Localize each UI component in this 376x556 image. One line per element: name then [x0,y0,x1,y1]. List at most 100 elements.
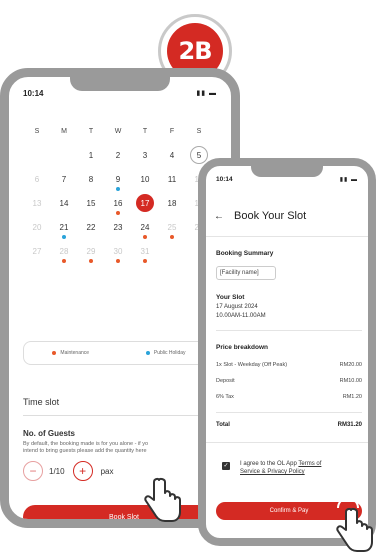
status-time: 10:14 [23,89,44,98]
maintenance-dot-icon [52,350,57,355]
calendar-day-number: 18 [167,198,177,208]
guests-unit: pax [100,466,114,476]
calendar-empty-cell [160,239,184,263]
weekday-label: M [61,127,67,135]
legend-holiday-label: Public Holiday [153,350,186,356]
price-item-name: Deposit [216,378,235,384]
calendar-day[interactable]: 1 [79,143,103,167]
price-row: 1x Slot - Weekday (Off Peak) RM20.00 [216,362,362,368]
page-header: ← Book Your Slot [214,210,306,222]
calendar-day-number: 23 [113,222,123,232]
book-slot-button[interactable]: Book Slot [23,505,225,519]
calendar-day-number: 20 [32,222,42,232]
calendar-day[interactable]: 9 [106,167,130,191]
calendar-day[interactable]: 20 [25,215,49,239]
increase-guests-button[interactable]: + [72,461,93,481]
calendar-day-number: 4 [169,150,175,160]
calendar-week: 27 28 29 30 31 [25,239,211,263]
calendar-day[interactable]: 7 [52,167,76,191]
total-value: RM31.20 [337,422,362,428]
calendar-day-number: 14 [59,198,69,208]
calendar-day-number: 9 [115,174,121,184]
maintenance-dot-icon [116,259,120,263]
calendar-week: 6789101112 [25,167,211,191]
calendar-empty-cell [25,143,49,167]
calendar-day[interactable]: 24 [133,215,157,239]
price-item-value: RM10.00 [339,378,362,384]
calendar-day[interactable]: 18 [160,191,184,215]
calendar-day-number: 15 [86,198,96,208]
weekday-label: S [196,127,202,135]
total-row: Total RM31.20 [216,422,362,428]
calendar-week: 20212223242526 [25,215,211,239]
calendar-day[interactable]: 17 [133,191,157,215]
slot-date: 17 August 2024 [216,304,258,310]
back-arrow-icon[interactable]: ← [214,211,224,222]
facility-name-field: [Facility name] [216,266,276,280]
calendar-day[interactable]: 25 [160,215,184,239]
weekday-label: T [88,127,94,135]
calendar-day-number: 10 [140,174,150,184]
total-label: Total [216,422,230,428]
calendar-day[interactable]: 14 [52,191,76,215]
price-breakdown-label: Price breakdown [216,344,269,351]
price-item-name: 6% Tax [216,394,234,400]
calendar-day[interactable]: 6 [25,167,49,191]
weekday-label: W [114,127,122,135]
calendar-day[interactable]: 23 [106,215,130,239]
phone-notch [70,77,170,91]
slot-time: 10.00AM-11.00AM [216,313,266,319]
privacy-policy-link[interactable]: Service & Privacy Policy [240,469,305,475]
calendar-day-number: 30 [113,246,123,256]
calendar-day-number: 17 [136,194,154,212]
calendar-day[interactable]: 13 [25,191,49,215]
calendar: SMTWTFS 12345678910111213141516171819202… [25,119,211,263]
calendar-day[interactable]: 11 [160,167,184,191]
hand-pointer-icon [144,470,181,522]
legend-maintenance-label: Maintenance [60,350,90,356]
calendar-day[interactable]: 31 [133,239,157,263]
hand-pointer-icon [336,500,373,552]
calendar-day-number: 29 [86,246,96,256]
calendar-day[interactable]: 22 [79,215,103,239]
status-signal-icon: ▮▮ ▬ [339,177,358,183]
calendar-day[interactable]: 3 [133,143,157,167]
calendar-day[interactable]: 16 [106,191,130,215]
calendar-day[interactable]: 8 [79,167,103,191]
calendar-day[interactable]: 30 [106,239,130,263]
calendar-day-number: 3 [142,150,148,160]
calendar-day-number: 5 [190,146,208,164]
calendar-day[interactable]: 10 [133,167,157,191]
calendar-day-number: 13 [32,198,42,208]
calendar-day[interactable]: 21 [52,215,76,239]
calendar-day-number: 7 [61,174,67,184]
terms-checkbox[interactable]: ✓ [222,462,230,470]
weekday-label: T [142,127,148,135]
terms-link[interactable]: Terms of [298,461,321,467]
calendar-day-number: 31 [140,246,150,256]
calendar-day[interactable]: 4 [160,143,184,167]
maintenance-dot-icon [62,259,66,263]
time-slot-label: Time slot [23,397,60,407]
terms-prefix: I agree to the OL App [240,461,299,467]
calendar-day[interactable]: 28 [52,239,76,263]
calendar-day[interactable]: 29 [79,239,103,263]
time-slot-select[interactable]: Time slot ⌄ [23,389,223,416]
booking-summary-label: Booking Summary [216,250,274,257]
price-item-name: 1x Slot - Weekday (Off Peak) [216,362,288,368]
terms-agreement: ✓ I agree to the OL App Terms of Service… [216,460,321,476]
maintenance-dot-icon [143,259,147,263]
decrease-guests-button[interactable]: − [23,461,43,481]
calendar-day-number: 2 [115,150,121,160]
calendar-day-number: 8 [88,174,94,184]
divider [206,236,368,237]
calendar-day[interactable]: 2 [106,143,130,167]
legend-maintenance: Maintenance [52,350,89,356]
calendar-day[interactable]: 15 [79,191,103,215]
calendar-day[interactable]: 27 [25,239,49,263]
calendar-day-number: 1 [88,150,94,160]
page-title: Book Your Slot [234,210,307,222]
maintenance-dot-icon [89,259,93,263]
your-slot-label: Your Slot [216,294,245,301]
divider [206,442,368,443]
